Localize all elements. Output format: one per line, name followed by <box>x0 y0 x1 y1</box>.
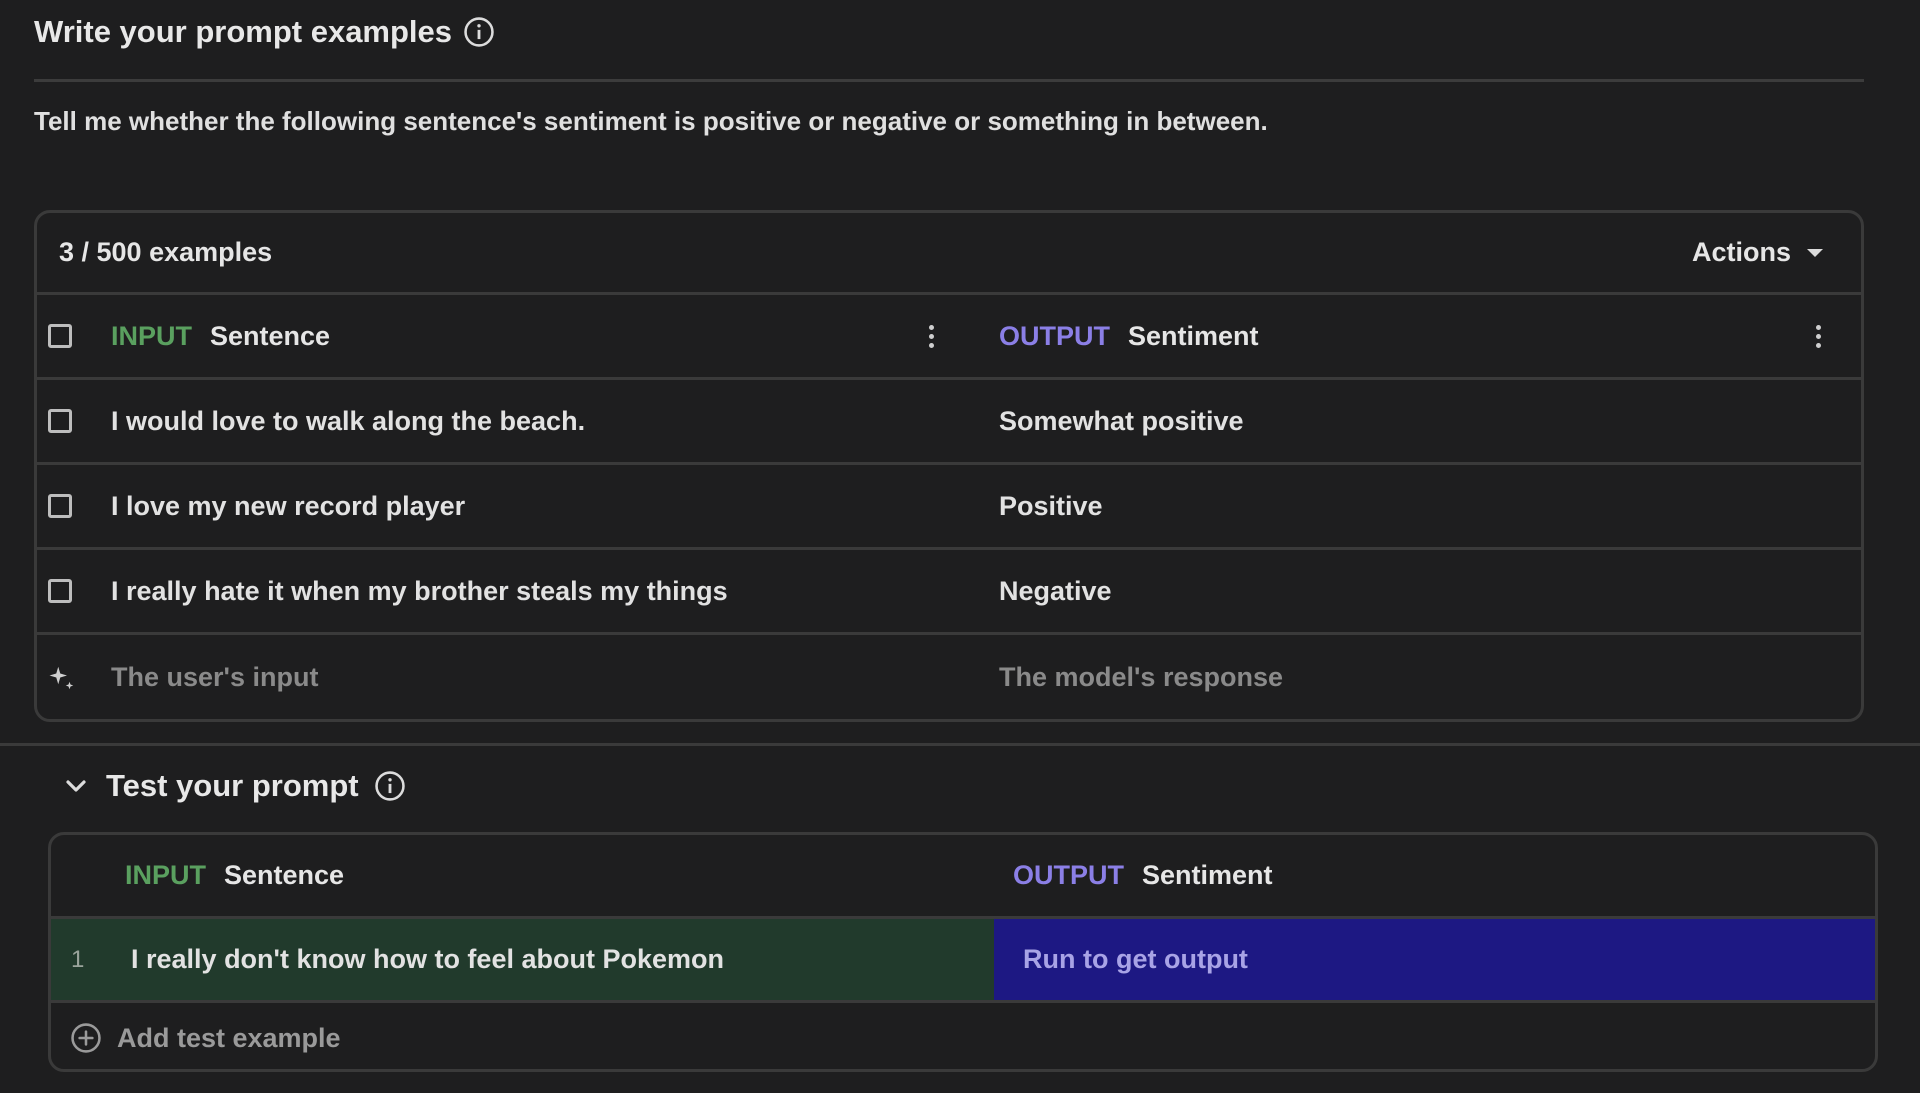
output-cell[interactable]: Somewhat positive <box>999 406 1244 437</box>
examples-title: Write your prompt examples <box>34 14 453 49</box>
input-column-header: INPUT Sentence <box>111 321 330 352</box>
input-cell[interactable]: I really hate it when my brother steals … <box>111 576 728 607</box>
new-example-row: The user's input The model's response <box>37 635 1861 719</box>
kebab-menu-icon[interactable] <box>928 324 934 348</box>
test-output-cell[interactable]: Run to get output <box>994 919 1875 1000</box>
row-checkbox[interactable] <box>48 494 72 518</box>
test-header-row: INPUT Sentence OUTPUT Sentiment <box>51 835 1875 919</box>
test-header[interactable]: Test your prompt <box>60 768 407 804</box>
info-icon[interactable] <box>373 769 407 803</box>
table-row: I really hate it when my brother steals … <box>37 550 1861 635</box>
test-input-text[interactable]: I really don't know how to feel about Po… <box>131 944 724 975</box>
kebab-menu-icon[interactable] <box>1815 324 1821 348</box>
row-checkbox[interactable] <box>48 409 72 433</box>
test-input-cell[interactable]: 1 I really don't know how to feel about … <box>51 919 994 1000</box>
chevron-down-icon[interactable] <box>60 770 92 802</box>
caret-down-icon <box>1807 248 1823 257</box>
output-cell[interactable]: Negative <box>999 576 1112 607</box>
test-row: 1 I really don't know how to feel about … <box>51 919 1875 1003</box>
output-column-name: Sentiment <box>1142 860 1273 890</box>
input-column-name[interactable]: Sentence <box>210 321 330 352</box>
examples-table: 3 / 500 examples Actions INPUT Sentence … <box>34 210 1864 722</box>
input-cell[interactable]: I love my new record player <box>111 491 465 522</box>
output-cell[interactable]: Positive <box>999 491 1103 522</box>
input-cell[interactable]: I would love to walk along the beach. <box>111 406 585 437</box>
examples-count: 3 / 500 examples <box>59 237 273 267</box>
prompt-instruction[interactable]: Tell me whether the following sentence's… <box>34 106 1268 137</box>
input-column-name: Sentence <box>224 860 345 890</box>
run-to-get-output-text: Run to get output <box>1023 944 1248 974</box>
output-column-name[interactable]: Sentiment <box>1128 321 1259 352</box>
row-checkbox[interactable] <box>48 579 72 603</box>
examples-header: Write your prompt examples <box>34 14 496 50</box>
input-placeholder[interactable]: The user's input <box>111 662 318 693</box>
select-all-checkbox[interactable] <box>48 324 72 348</box>
section-divider <box>0 743 1920 746</box>
output-tag: OUTPUT <box>999 320 1110 351</box>
row-number: 1 <box>71 945 85 973</box>
test-table: INPUT Sentence OUTPUT Sentiment 1 I real… <box>48 832 1878 1072</box>
plus-circle-icon <box>71 1023 101 1053</box>
sparkle-add-icon[interactable] <box>47 663 77 693</box>
output-column-header: OUTPUT Sentiment <box>1013 860 1273 891</box>
output-placeholder[interactable]: The model's response <box>999 662 1283 693</box>
output-tag: OUTPUT <box>1013 860 1124 890</box>
divider <box>34 79 1864 82</box>
actions-label: Actions <box>1691 237 1791 267</box>
table-header-row: INPUT Sentence OUTPUT Sentiment <box>37 295 1861 380</box>
add-test-example-label: Add test example <box>117 1022 341 1053</box>
table-row: I would love to walk along the beach. So… <box>37 380 1861 465</box>
add-test-example-button[interactable]: Add test example <box>51 1003 1875 1069</box>
output-column-header: OUTPUT Sentiment <box>999 321 1259 352</box>
test-title: Test your prompt <box>106 768 359 803</box>
input-tag: INPUT <box>111 320 192 351</box>
prompt-editor: Write your prompt examples Tell me wheth… <box>0 0 1920 1093</box>
table-row: I love my new record player Positive <box>37 465 1861 550</box>
info-icon[interactable] <box>462 15 496 49</box>
input-column-header: INPUT Sentence <box>125 860 344 891</box>
examples-toolbar: 3 / 500 examples Actions <box>37 213 1861 295</box>
input-tag: INPUT <box>125 860 206 890</box>
actions-dropdown[interactable]: Actions <box>1692 237 1839 268</box>
